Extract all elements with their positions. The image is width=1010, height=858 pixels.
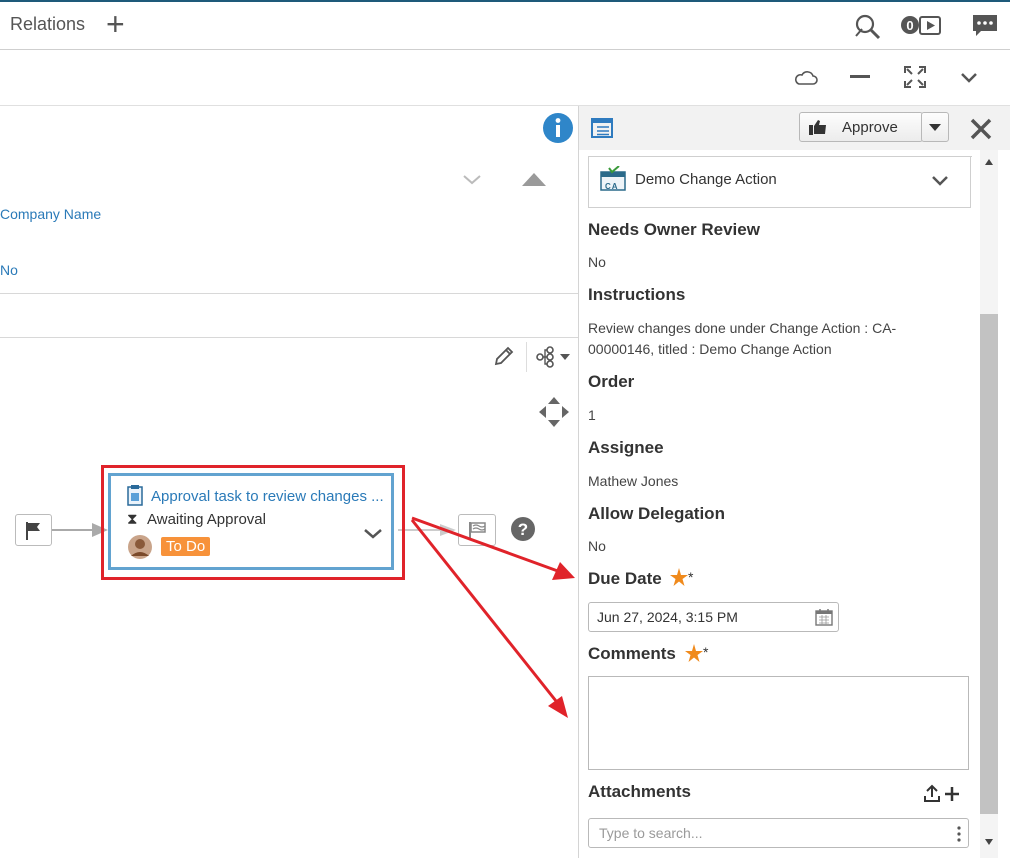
assignee-avatar <box>128 535 152 559</box>
chevron-down-icon[interactable] <box>931 175 949 187</box>
required-star-icon <box>670 568 688 586</box>
edit-pencil-icon[interactable] <box>492 344 516 368</box>
order-label: Order <box>588 372 635 391</box>
comments-textarea[interactable] <box>588 676 969 770</box>
needs-owner-review-value: No <box>588 254 606 270</box>
chevron-down-icon[interactable] <box>363 528 383 540</box>
needs-owner-review-label: Needs Owner Review <box>588 220 760 239</box>
left-panel: Company Name No ? Approval task to revie… <box>0 106 578 858</box>
svg-text:0: 0 <box>906 18 913 33</box>
required-asterisk: * <box>703 644 709 660</box>
required-star-icon <box>685 644 703 662</box>
maximize-icon[interactable] <box>904 66 926 88</box>
annotation-arrows <box>410 516 575 718</box>
explore-search-icon[interactable] <box>852 12 882 40</box>
scroll-up-triangle-icon[interactable] <box>520 170 548 188</box>
object-badge: CA <box>605 182 619 191</box>
company-name-link[interactable]: Company Name <box>0 206 101 222</box>
collapse-chevron-icon[interactable] <box>462 174 482 186</box>
task-title-link[interactable]: Approval task to review changes ... <box>151 488 384 505</box>
top-bar: Relations + 0 <box>0 0 1010 50</box>
task-clipboard-icon <box>127 485 143 506</box>
approve-button[interactable]: Approve <box>799 112 923 142</box>
order-value: 1 <box>588 407 596 423</box>
object-name: Demo Change Action <box>635 171 777 188</box>
approve-menu-button[interactable] <box>921 112 949 142</box>
more-options-icon[interactable] <box>957 826 961 842</box>
comments-label: Comments <box>588 644 676 663</box>
panel-header: Approve <box>579 106 1010 150</box>
calendar-icon[interactable] <box>815 608 833 626</box>
divider <box>0 293 578 294</box>
due-date-label: Due Date <box>588 569 662 588</box>
properties-panel: Approve CA Demo Change Action Needs Owne… <box>578 106 1010 858</box>
scrollbar-thumb[interactable] <box>980 314 998 814</box>
workflow-layout-icon[interactable] <box>536 346 572 368</box>
due-date-field[interactable]: Jun 27, 2024, 3:15 PM <box>588 602 839 632</box>
page-title: Relations <box>10 14 86 34</box>
instructions-label: Instructions <box>588 285 686 304</box>
due-date-value: Jun 27, 2024, 3:15 PM <box>597 609 738 625</box>
attachments-label: Attachments <box>588 782 691 801</box>
task-state-badge: To Do <box>161 537 211 556</box>
close-icon[interactable] <box>969 118 993 140</box>
pan-move-icon[interactable] <box>538 396 570 428</box>
minimize-icon[interactable] <box>850 74 870 80</box>
workflow-start-node[interactable] <box>15 514 52 546</box>
scroll-up-icon[interactable] <box>984 158 994 166</box>
allow-delegation-label: Allow Delegation <box>588 504 725 523</box>
hourglass-icon: ⧗ <box>127 511 138 528</box>
thumbs-up-icon <box>809 120 826 135</box>
flag-icon <box>26 522 40 540</box>
required-asterisk: * <box>688 569 694 585</box>
attachments-placeholder: Type to search... <box>599 825 703 841</box>
assignee-value: Mathew Jones <box>588 473 679 489</box>
divider <box>0 337 578 338</box>
attachments-search-input[interactable]: Type to search... <box>588 818 969 848</box>
value-no-link[interactable]: No <box>0 262 18 278</box>
activity-stream-icon[interactable]: 0 <box>900 14 944 38</box>
info-icon[interactable] <box>542 112 574 144</box>
table-view-icon[interactable] <box>591 118 613 138</box>
chat-icon[interactable] <box>972 14 998 38</box>
allow-delegation-value: No <box>588 538 606 554</box>
scroll-down-icon[interactable] <box>984 838 994 846</box>
instructions-value: Review changes done under Change Action … <box>588 320 897 357</box>
object-selector[interactable]: CA Demo Change Action <box>588 156 972 208</box>
divider <box>526 342 527 372</box>
caret-down-icon <box>929 124 941 131</box>
approve-label: Approve <box>842 119 898 136</box>
assignee-label: Assignee <box>588 438 664 457</box>
approval-task-node[interactable]: Approval task to review changes ... ⧗ Aw… <box>108 473 394 570</box>
panel-toolbar <box>0 50 1010 106</box>
add-relation-plus-icon[interactable]: + <box>106 6 125 42</box>
chevron-down-icon[interactable] <box>960 72 978 84</box>
upload-add-icon[interactable] <box>924 784 966 804</box>
divider <box>589 156 972 157</box>
task-status: Awaiting Approval <box>147 511 266 528</box>
cloud-icon[interactable] <box>794 70 818 86</box>
